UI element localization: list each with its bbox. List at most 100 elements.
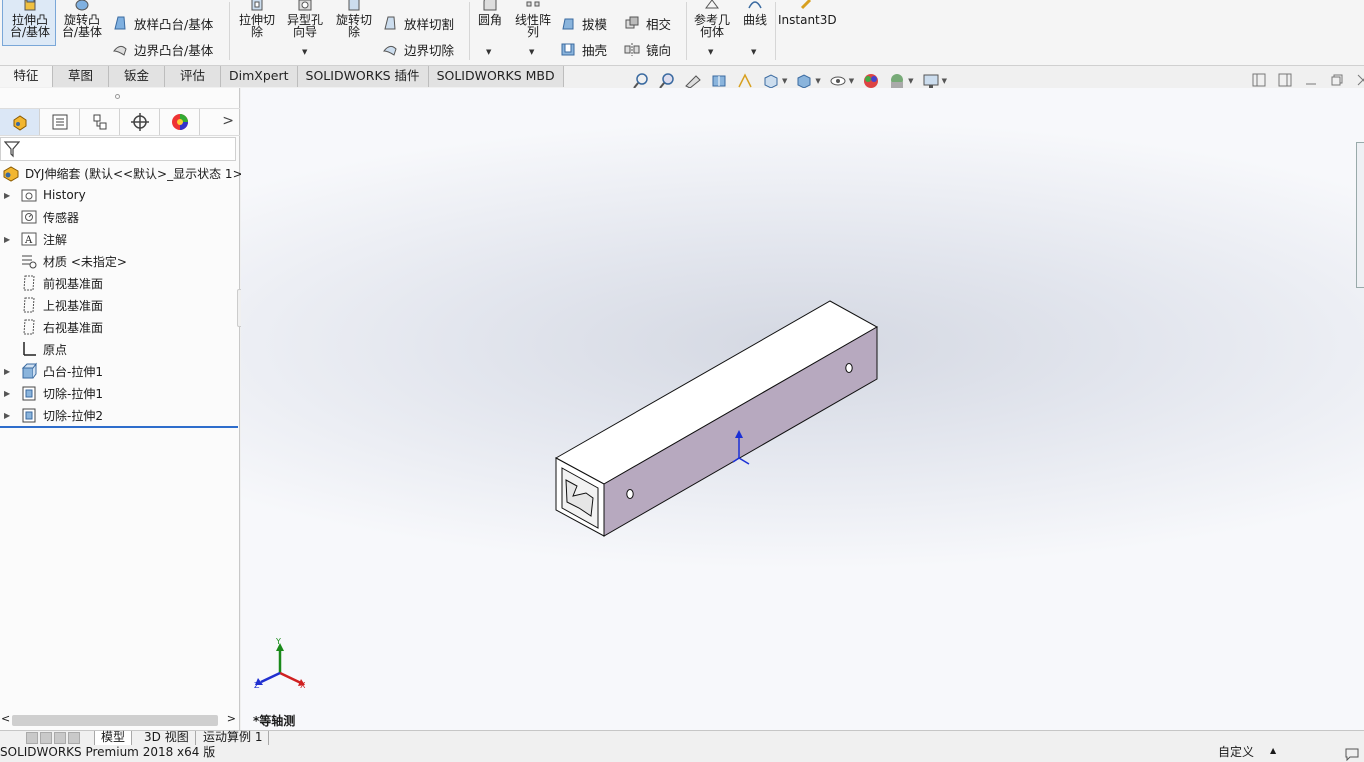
- part-hole-2: [845, 363, 853, 373]
- reference-geometry-dropdown-icon[interactable]: ▼: [708, 48, 713, 56]
- draft-button[interactable]: 拔模: [560, 14, 607, 32]
- tree-item[interactable]: 右视基准面: [0, 316, 103, 338]
- plane-icon: [23, 275, 35, 291]
- part-model[interactable]: [554, 300, 879, 537]
- tab-configuration-manager[interactable]: [80, 109, 120, 135]
- revolve-cut-button[interactable]: 旋转切 除: [331, 0, 377, 38]
- tile-right-icon[interactable]: [1278, 73, 1292, 87]
- boundary-boss-button[interactable]: 边界凸台/基体: [112, 40, 213, 58]
- tab-property-manager[interactable]: [40, 109, 80, 135]
- reference-geometry-button[interactable]: 参考几 何体: [690, 0, 734, 38]
- shell-button[interactable]: 抽壳: [560, 40, 607, 58]
- linear-pattern-button[interactable]: 线性阵 列: [510, 0, 556, 38]
- command-manager-ribbon: 拉伸凸 台/基体 旋转凸 台/基体 放样凸台/基体 边界凸台/基体 拉伸切 除 …: [0, 0, 1364, 66]
- tab-display-manager[interactable]: [160, 109, 200, 135]
- boundary-boss-label: 边界凸台/基体: [134, 42, 214, 58]
- triad-z-label: Z: [254, 681, 260, 690]
- expand-arrow-icon[interactable]: ▶: [4, 367, 12, 376]
- tree-item[interactable]: ▶ A 注解: [0, 228, 67, 250]
- expand-arrow-icon[interactable]: ▶: [4, 411, 12, 420]
- scrollbar-thumb[interactable]: [12, 715, 218, 726]
- scroll-right-icon[interactable]: >: [227, 712, 236, 725]
- apply-scene-dropdown-icon[interactable]: ▼: [908, 77, 913, 85]
- display-style-dropdown-icon[interactable]: ▼: [815, 77, 820, 85]
- tree-item[interactable]: ▶ 切除-拉伸1: [0, 382, 103, 404]
- panel-horizontal-scrollbar[interactable]: < >: [0, 712, 240, 728]
- tree-item-label: 注解: [43, 232, 68, 247]
- expand-arrow-icon[interactable]: ▶: [4, 389, 12, 398]
- hole-wizard-button[interactable]: 异型孔 向导: [282, 0, 328, 38]
- tab-feature-manager[interactable]: [0, 109, 40, 135]
- tree-root-part[interactable]: DYJ伸缩套 (默认<<默认>_显示状态 1>): [0, 162, 247, 184]
- loft-cut-button[interactable]: 放样切割: [382, 14, 454, 32]
- tab-sheet-metal[interactable]: 钣金: [109, 66, 165, 87]
- fillet-icon: [483, 0, 497, 11]
- extrude-cut-button[interactable]: 拉伸切 除: [234, 0, 280, 38]
- tab-dimxpert[interactable]: DimXpert: [221, 66, 298, 87]
- document-window-controls: [1252, 73, 1364, 87]
- tree-item[interactable]: 传感器: [0, 206, 79, 228]
- view-settings-dropdown-icon[interactable]: ▼: [942, 77, 947, 85]
- configuration-manager-icon: [93, 114, 106, 130]
- boundary-cut-button[interactable]: 边界切除: [382, 40, 454, 58]
- extrude-boss-button[interactable]: 拉伸凸 台/基体: [6, 0, 54, 38]
- curves-icon: [748, 1, 762, 9]
- tree-item-label: 材质 <未指定>: [43, 254, 127, 269]
- scroll-left-icon[interactable]: <: [1, 712, 10, 725]
- plane-icon: [23, 297, 35, 313]
- tab-features[interactable]: 特征: [0, 66, 53, 87]
- tree-item[interactable]: ▶ 切除-拉伸2: [0, 404, 103, 426]
- fillet-dropdown-icon[interactable]: ▼: [486, 48, 491, 56]
- tree-item[interactable]: ▶ History: [0, 184, 86, 206]
- tab-dimxpert-manager[interactable]: [120, 109, 160, 135]
- loft-boss-label: 放样凸台/基体: [134, 16, 214, 32]
- tree-item[interactable]: 上视基准面: [0, 294, 103, 316]
- feature-tree-filter[interactable]: [0, 137, 236, 161]
- tab-sketch[interactable]: 草图: [53, 66, 109, 87]
- dimxpert-crosshair-icon: [130, 113, 149, 131]
- fillet-button[interactable]: 圆角: [472, 0, 508, 26]
- mirror-button[interactable]: 镜向: [624, 40, 671, 58]
- tab-solidworks-addins[interactable]: SOLIDWORKS 插件: [297, 66, 429, 87]
- ribbon-separator: [229, 2, 230, 60]
- tab-solidworks-mbd[interactable]: SOLIDWORKS MBD: [428, 66, 564, 87]
- graphics-area[interactable]: Y X Z *等轴测: [241, 88, 1364, 730]
- mirror-label: 镜向: [646, 42, 672, 58]
- unit-system-selector[interactable]: 自定义: [1218, 742, 1254, 762]
- expand-arrow-icon[interactable]: ▶: [4, 191, 12, 200]
- close-icon[interactable]: [1356, 73, 1364, 87]
- curves-button[interactable]: 曲线: [738, 0, 772, 26]
- tree-item[interactable]: 原点: [0, 338, 67, 360]
- curves-dropdown-icon[interactable]: ▼: [751, 48, 756, 56]
- triad-y-label: Y: [275, 637, 281, 646]
- restore-icon[interactable]: [1330, 73, 1344, 87]
- minimize-icon[interactable]: [1304, 73, 1318, 87]
- rollback-bar[interactable]: [0, 426, 238, 428]
- intersect-button[interactable]: 相交: [624, 14, 671, 32]
- tree-item[interactable]: 前视基准面: [0, 272, 103, 294]
- expand-arrow-icon[interactable]: ▶: [4, 235, 12, 244]
- tile-left-icon[interactable]: [1252, 73, 1266, 87]
- view-orientation-dropdown-icon[interactable]: ▼: [782, 77, 787, 85]
- panel-grip-handle[interactable]: [115, 94, 120, 99]
- tree-item[interactable]: 材质 <未指定>: [0, 250, 127, 272]
- hole-wizard-label: 异型孔 向导: [286, 13, 323, 39]
- loft-boss-button[interactable]: 放样凸台/基体: [112, 14, 213, 32]
- help-chat-icon[interactable]: [1344, 747, 1360, 761]
- instant3d-button[interactable]: Instant3D: [778, 0, 837, 27]
- tab-evaluate[interactable]: 评估: [165, 66, 221, 87]
- task-pane-tabs[interactable]: [1356, 142, 1364, 288]
- unit-system-dropdown-icon[interactable]: ▲: [1270, 741, 1276, 761]
- material-icon: [22, 255, 37, 269]
- reference-geometry-label: 参考几 何体: [693, 13, 730, 39]
- linear-pattern-dropdown-icon[interactable]: ▼: [529, 48, 534, 56]
- tree-item[interactable]: ▶ 凸台-拉伸1: [0, 360, 103, 382]
- revolve-boss-button[interactable]: 旋转凸 台/基体: [58, 0, 106, 38]
- tree-item-label: 前视基准面: [43, 276, 104, 291]
- tabs-scroll-right-icon[interactable]: >: [222, 113, 234, 129]
- instant3d-label: Instant3D: [778, 13, 837, 27]
- hide-show-dropdown-icon[interactable]: ▼: [849, 77, 854, 85]
- model-view-canvas: Y X Z: [254, 300, 879, 690]
- hole-wizard-dropdown-icon[interactable]: ▼: [302, 48, 307, 56]
- boss-extrude-icon: [21, 362, 37, 379]
